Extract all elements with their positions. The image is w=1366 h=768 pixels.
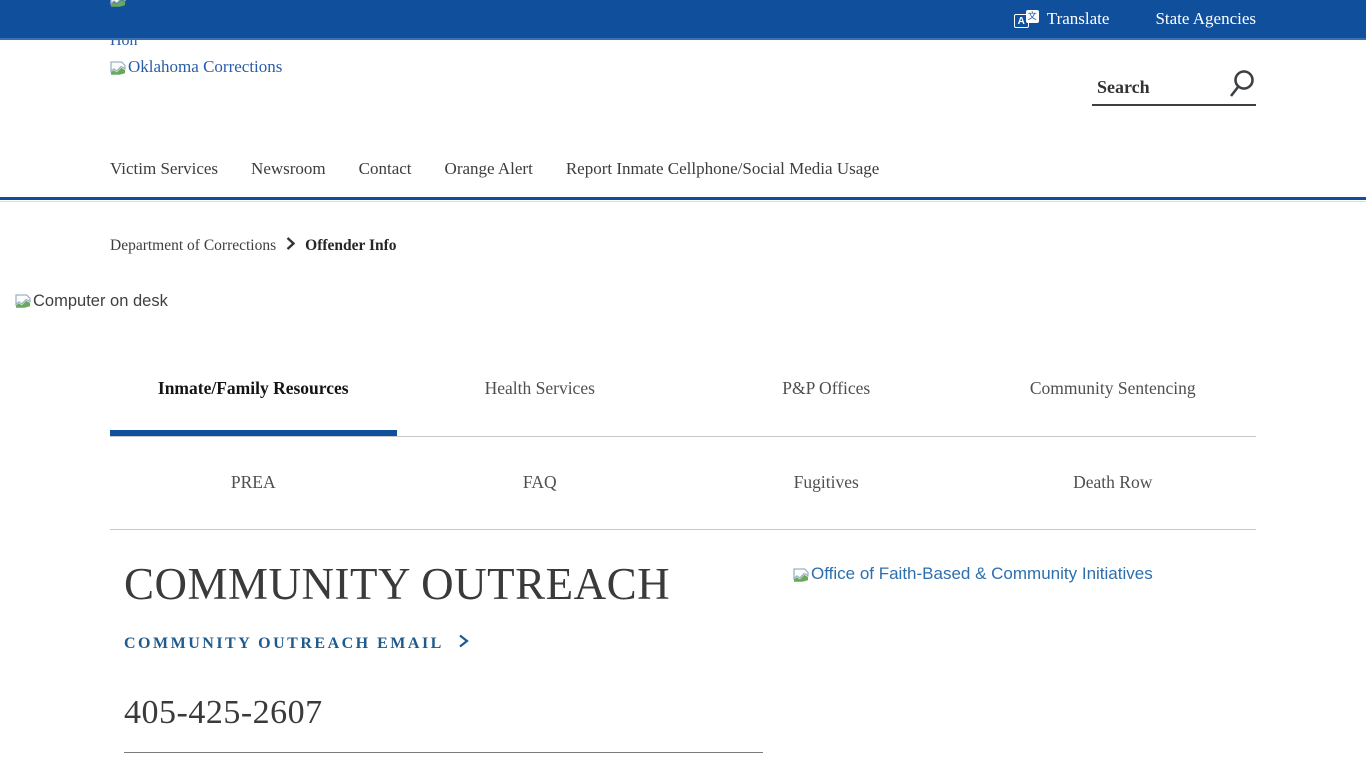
broken-image-icon	[15, 294, 31, 313]
broken-image-icon[interactable]	[110, 0, 126, 12]
broken-image-icon	[793, 567, 809, 587]
tab-row-2-divider	[110, 529, 1256, 530]
nav-item-orange-alert[interactable]: Orange Alert	[445, 159, 533, 179]
tab-fugitives[interactable]: Fugitives	[683, 472, 970, 493]
main-navigation: Victim Services Newsroom Contact Orange …	[110, 159, 879, 179]
chevron-right-icon	[458, 634, 469, 653]
phone-number: 405-425-2607	[124, 694, 323, 732]
tab-pp-offices[interactable]: P&P Offices	[683, 378, 970, 399]
breadcrumb-parent-link[interactable]: Department of Corrections	[110, 237, 276, 255]
faith-based-initiatives-alt-text: Office of Faith-Based & Community Initia…	[811, 564, 1153, 584]
state-agencies-link[interactable]: State Agencies	[1155, 9, 1256, 29]
translate-icon: A 文	[1014, 12, 1039, 26]
nav-item-victim-services[interactable]: Victim Services	[110, 159, 218, 179]
tab-death-row[interactable]: Death Row	[970, 472, 1257, 493]
tab-health-services[interactable]: Health Services	[397, 378, 684, 399]
content-divider	[124, 752, 763, 753]
site-logo-alt-text: Oklahoma Corrections	[128, 57, 282, 77]
search-input[interactable]	[1092, 77, 1226, 98]
nav-item-contact[interactable]: Contact	[359, 159, 412, 179]
search-icon[interactable]	[1226, 67, 1256, 106]
tab-row-1-divider	[110, 436, 1256, 437]
faith-based-initiatives-link[interactable]: Office of Faith-Based & Community Initia…	[793, 564, 1153, 587]
nav-item-report-cellphone[interactable]: Report Inmate Cellphone/Social Media Usa…	[566, 159, 879, 179]
header-divider-shadow	[0, 201, 1366, 202]
breadcrumb: Department of Corrections Offender Info	[110, 237, 397, 255]
chevron-right-icon	[286, 237, 295, 255]
translate-label: Translate	[1047, 9, 1110, 29]
page: A 文 Translate State Agencies Hon Oklahom…	[0, 0, 1366, 768]
tab-community-sentencing[interactable]: Community Sentencing	[970, 378, 1257, 399]
header-divider	[0, 197, 1366, 200]
tab-inmate-family-resources[interactable]: Inmate/Family Resources	[110, 378, 397, 399]
tab-row-2: PREA FAQ Fugitives Death Row	[110, 472, 1256, 493]
tab-faq[interactable]: FAQ	[397, 472, 684, 493]
utility-bar: A 文 Translate State Agencies	[0, 0, 1366, 40]
hero-image-broken: Computer on desk	[15, 292, 168, 313]
tab-row-1: Inmate/Family Resources Health Services …	[110, 378, 1256, 399]
search-box	[1092, 70, 1256, 106]
community-outreach-email-label: COMMUNITY OUTREACH EMAIL	[124, 635, 444, 653]
nav-item-newsroom[interactable]: Newsroom	[251, 159, 326, 179]
hero-image-alt-text: Computer on desk	[33, 292, 168, 311]
translate-icon-wen: 文	[1026, 10, 1039, 23]
breadcrumb-current: Offender Info	[305, 237, 396, 255]
broken-image-icon	[110, 60, 126, 80]
translate-button[interactable]: A 文 Translate	[1014, 9, 1110, 29]
site-logo-link[interactable]: Oklahoma Corrections	[110, 57, 282, 80]
community-outreach-email-link[interactable]: COMMUNITY OUTREACH EMAIL	[124, 634, 469, 653]
tab-prea[interactable]: PREA	[110, 472, 397, 493]
page-title: COMMUNITY OUTREACH	[124, 558, 670, 610]
